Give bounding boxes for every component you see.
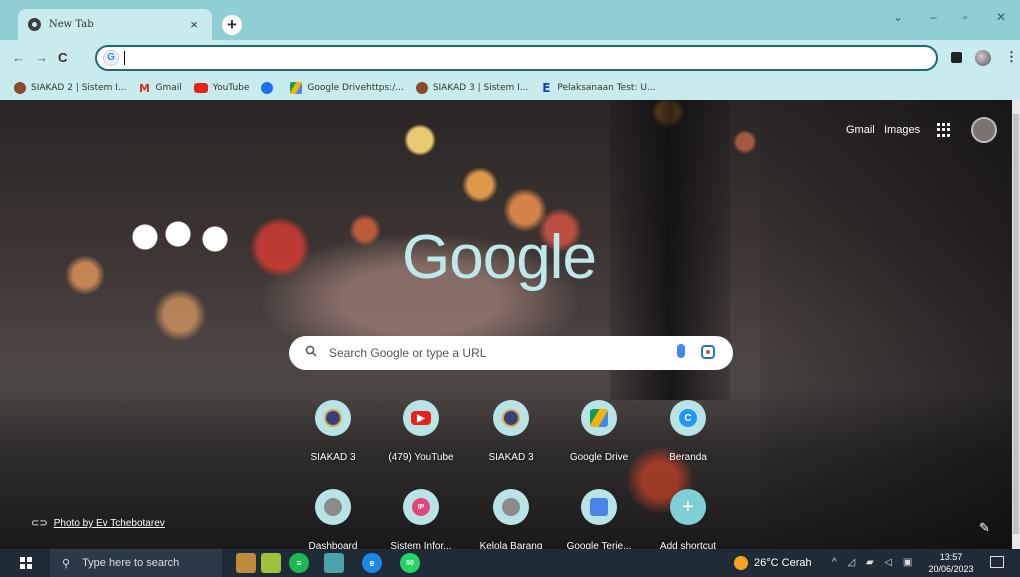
te-icon: E [542, 81, 551, 95]
gmail-icon: M [139, 81, 150, 95]
shortcut-kelola-barang[interactable]: Kelola Barang [466, 489, 556, 552]
shortcut-dashboard[interactable]: Dashboard [288, 489, 378, 552]
search-icon [305, 345, 317, 357]
youtube-icon [193, 83, 208, 93]
add-icon: + [682, 495, 694, 518]
drive-icon [290, 82, 303, 94]
lens-search-icon[interactable] [701, 345, 715, 359]
sun-icon [734, 556, 748, 570]
google-logo: Google [402, 223, 597, 292]
siakad-icon [324, 409, 342, 427]
windows-start-icon[interactable] [20, 557, 32, 569]
profile-avatar[interactable] [975, 50, 991, 66]
shortcut-youtube[interactable]: ▶ (479) YouTube [376, 400, 466, 463]
google-icon [261, 82, 274, 94]
reload-icon[interactable]: C [58, 50, 67, 65]
weather-widget[interactable]: 26°C Cerah [734, 556, 812, 570]
chrome-icon [28, 18, 41, 31]
youtube-icon: ▶ [411, 411, 431, 425]
bookmark-pelaksanaan-test[interactable]: E Pelaksanaan Test: U... [540, 81, 655, 95]
scrollbar-thumb[interactable] [1013, 114, 1019, 534]
taskbar-search-box[interactable]: ⚲ Type here to search [50, 549, 222, 577]
address-bar[interactable]: G [95, 45, 938, 71]
customize-pencil-icon[interactable]: ✎ [979, 520, 990, 536]
images-link[interactable]: Images [884, 124, 920, 136]
dashboard-icon [324, 498, 342, 516]
tab-title: New Tab [49, 19, 94, 30]
scrollbar[interactable] [1012, 100, 1020, 549]
gmail-link[interactable]: Gmail [846, 124, 875, 136]
title-bar: New Tab × + ⌄ – ▫ ✕ [0, 0, 1020, 40]
account-avatar[interactable] [971, 117, 997, 143]
shortcut-siakad-3[interactable]: SIAKAD 3 [288, 400, 378, 463]
tab-new-tab[interactable]: New Tab × [18, 9, 212, 40]
app-icon[interactable] [236, 553, 256, 573]
bookmark-google-drive[interactable]: Google Drivehttps:/... [290, 82, 404, 94]
search-icon: ⚲ [62, 557, 71, 570]
add-shortcut-button[interactable]: + Add shortcut [643, 489, 733, 552]
maximize-button[interactable]: ▫ [963, 10, 967, 24]
toolbar: ← → C G ⋮ [0, 40, 1020, 76]
chrome-icon[interactable] [324, 553, 344, 573]
siakad-icon [502, 409, 520, 427]
edge-icon[interactable]: e [362, 553, 382, 573]
bookmark-siakad-2[interactable]: SIAKAD 2 | Sistem I... [14, 82, 127, 94]
voice-search-icon[interactable] [677, 344, 685, 358]
whatsapp-icon[interactable]: 50 [400, 553, 420, 573]
bookmark-youtube[interactable]: YouTube [193, 83, 249, 93]
new-tab-page: Gmail Images Google Search Google or typ… [0, 100, 1012, 552]
forward-icon[interactable]: → [35, 50, 48, 65]
clock[interactable]: 13:57 20/06/2023 [924, 551, 978, 575]
taskbar: ⚲ Type here to search ≡ e 50 26°C Cerah … [0, 549, 1020, 577]
search-box[interactable]: Search Google or type a URL [289, 336, 733, 370]
back-icon[interactable]: ← [12, 50, 25, 65]
new-tab-button[interactable]: + [222, 15, 242, 35]
photo-credit-link[interactable]: ⊂⊃ Photo by Ev Tchebotarev [31, 518, 165, 529]
google-icon: G [103, 50, 119, 66]
apps-grid-icon[interactable] [937, 123, 951, 137]
notification-icon[interactable] [990, 556, 1004, 568]
sidepanel-icon[interactable] [951, 52, 962, 63]
sistem-icon: IP [412, 498, 430, 516]
shortcut-sistem-infor[interactable]: IP Sistem Infor... [376, 489, 466, 552]
shortcut-siakad-3-b[interactable]: SIAKAD 3 [466, 400, 556, 463]
text-caret [124, 51, 125, 65]
close-window-button[interactable]: ✕ [996, 10, 1006, 24]
bookmark-google[interactable] [261, 82, 278, 94]
bookmark-siakad-3[interactable]: SIAKAD 3 | Sistem I... [415, 82, 528, 94]
spotify-icon[interactable]: ≡ [289, 553, 309, 573]
tab-search-icon[interactable]: ⌄ [893, 10, 903, 24]
link-icon: ⊂⊃ [31, 518, 48, 529]
siakad-icon [14, 82, 26, 94]
search-placeholder: Search Google or type a URL [329, 346, 487, 360]
shortcut-google-drive[interactable]: Google Drive [554, 400, 644, 463]
bookmark-gmail[interactable]: M Gmail [139, 81, 182, 95]
minimize-button[interactable]: – [930, 10, 937, 24]
drive-icon [590, 409, 608, 427]
app-icon[interactable] [261, 553, 281, 573]
siakad-icon [415, 82, 428, 94]
tab-close-icon[interactable]: × [186, 17, 202, 32]
shortcut-google-terjemahan[interactable]: Google Terje... [554, 489, 644, 552]
shortcut-beranda[interactable]: C Beranda [643, 400, 733, 463]
bookmarks-bar: SIAKAD 2 | Sistem I... M Gmail YouTube Go… [0, 76, 1020, 100]
menu-icon[interactable]: ⋮ [1005, 49, 1018, 65]
system-tray-icons[interactable]: ^ ◿ ▰ ◁ ▣ [832, 557, 916, 568]
beranda-icon: C [679, 409, 697, 427]
kelola-icon [502, 498, 520, 516]
translate-icon [590, 498, 608, 516]
